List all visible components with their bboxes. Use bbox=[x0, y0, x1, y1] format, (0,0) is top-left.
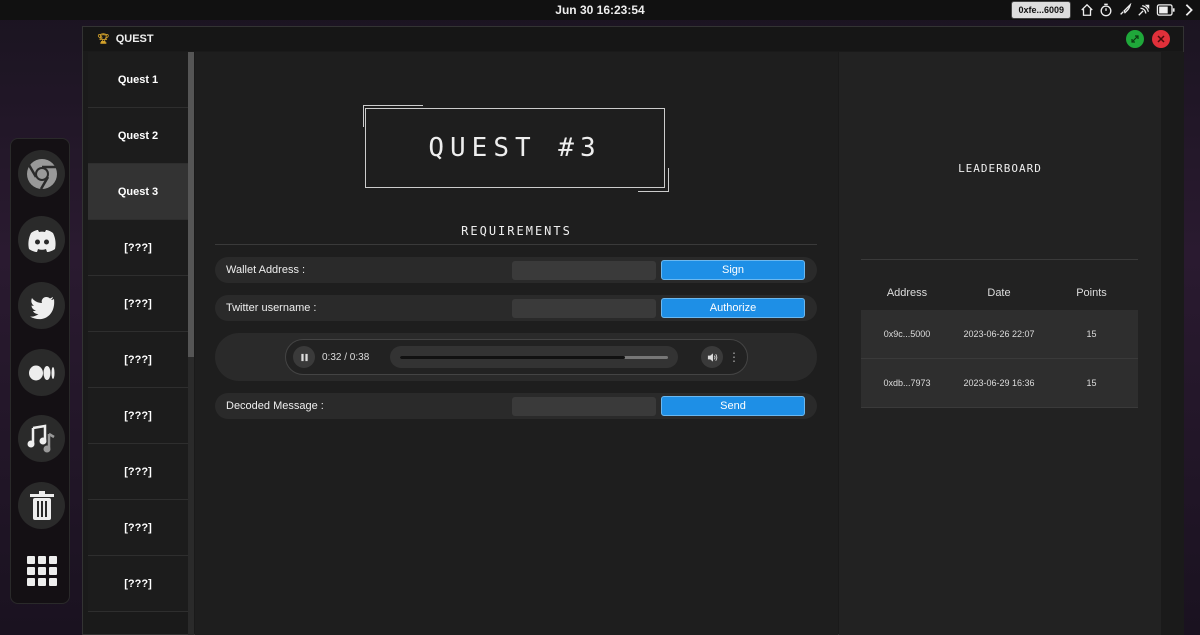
cell-date: 2023-06-26 22:07 bbox=[963, 329, 1035, 339]
sign-button[interactable]: Sign bbox=[661, 260, 805, 280]
divider bbox=[215, 244, 817, 245]
home-icon[interactable] bbox=[1079, 3, 1094, 18]
divider bbox=[861, 259, 1138, 260]
audio-seek-bar[interactable] bbox=[390, 346, 678, 368]
decoded-message-row: Decoded Message : Send bbox=[215, 393, 817, 419]
music-icon[interactable] bbox=[18, 415, 65, 462]
requirements-title: REQUIREMENTS bbox=[461, 224, 572, 238]
twitter-username-input[interactable] bbox=[512, 298, 656, 318]
more-options-icon[interactable]: ⋮ bbox=[728, 350, 740, 364]
app-dock bbox=[10, 138, 70, 604]
twitter-icon[interactable] bbox=[18, 282, 65, 329]
seek-track[interactable] bbox=[400, 355, 668, 359]
window-title: QUEST bbox=[115, 33, 154, 45]
decoded-message-input[interactable] bbox=[512, 396, 656, 416]
volume-button[interactable] bbox=[701, 346, 723, 368]
wallet-address-pill[interactable]: 0xfe...6009 bbox=[1011, 1, 1071, 19]
cell-points: 15 bbox=[1086, 329, 1097, 339]
cell-date: 2023-06-29 16:36 bbox=[963, 378, 1035, 388]
twitter-username-row: Twitter username : Authorize bbox=[215, 295, 817, 321]
cell-address: 0xdb...7973 bbox=[883, 378, 931, 388]
wallet-address-row: Wallet Address : Sign bbox=[215, 257, 817, 283]
quest-title-box: QUEST #3 bbox=[365, 108, 665, 188]
volume-icon bbox=[707, 352, 717, 362]
quest-item-1[interactable]: Quest 1 bbox=[88, 52, 188, 108]
cell-address: 0x9c...5000 bbox=[883, 329, 931, 339]
title-decoration bbox=[363, 105, 423, 106]
authorize-button[interactable]: Authorize bbox=[661, 298, 805, 318]
title-decoration bbox=[638, 191, 669, 192]
leaderboard-title: LEADERBOARD bbox=[958, 162, 1042, 175]
system-tray: 0xfe...6009 bbox=[1011, 1, 1196, 19]
quest-item-locked[interactable]: [???] bbox=[88, 220, 188, 276]
title-decoration bbox=[668, 168, 669, 191]
medium-icon[interactable] bbox=[18, 349, 65, 396]
leaderboard-scrollbar[interactable] bbox=[1161, 52, 1184, 635]
send-button[interactable]: Send bbox=[661, 396, 805, 416]
audio-player: 0:32 / 0:38 ⋮ bbox=[285, 339, 748, 375]
close-button[interactable] bbox=[1152, 30, 1170, 48]
decoded-message-label: Decoded Message : bbox=[226, 400, 324, 412]
quest-window: 🏆︎ QUEST Quest 1 Quest 2 Quest 3 [???] [… bbox=[82, 26, 1184, 635]
sidebar-scroll-thumb[interactable] bbox=[188, 52, 194, 357]
cell-points: 15 bbox=[1086, 378, 1097, 388]
audio-row: 0:32 / 0:38 ⋮ bbox=[215, 333, 817, 381]
column-header-address: Address bbox=[886, 287, 928, 299]
clock: Jun 30 16:23:54 bbox=[555, 3, 645, 17]
quest-title: QUEST #3 bbox=[428, 133, 602, 163]
sidebar-scrollbar[interactable] bbox=[188, 52, 194, 635]
apps-grid-icon[interactable] bbox=[18, 547, 65, 594]
wallet-address-input[interactable] bbox=[512, 260, 656, 280]
close-icon bbox=[1157, 35, 1165, 43]
quest-detail-panel: QUEST #3 REQUIREMENTS Wallet Address : S… bbox=[195, 52, 838, 635]
expand-icon bbox=[1131, 35, 1139, 43]
table-header: Address Date Points bbox=[861, 276, 1138, 310]
discord-icon[interactable] bbox=[18, 216, 65, 263]
trash-icon[interactable] bbox=[18, 482, 65, 529]
quest-item-3[interactable]: Quest 3 bbox=[88, 164, 188, 220]
leaderboard-table: Address Date Points 0x9c...5000 2023-06-… bbox=[861, 276, 1138, 408]
broadcast-icon[interactable] bbox=[1136, 3, 1151, 18]
column-header-points: Points bbox=[1076, 287, 1107, 299]
trophy-icon: 🏆︎ bbox=[97, 33, 110, 45]
seek-progress bbox=[400, 355, 626, 359]
quest-item-locked[interactable]: [???] bbox=[88, 332, 188, 388]
quest-item-locked[interactable]: [???] bbox=[88, 500, 188, 556]
top-bar: Jun 30 16:23:54 0xfe...6009 bbox=[0, 0, 1200, 20]
quest-item-locked[interactable]: [???] bbox=[88, 556, 188, 612]
audio-time: 0:32 / 0:38 bbox=[322, 351, 370, 363]
quest-item-locked[interactable]: [???] bbox=[88, 444, 188, 500]
battery-icon[interactable] bbox=[1155, 3, 1177, 18]
table-row: 0x9c...5000 2023-06-26 22:07 15 bbox=[861, 310, 1138, 359]
title-decoration bbox=[363, 105, 364, 127]
leaderboard-panel: LEADERBOARD Address Date Points 0x9c...5… bbox=[839, 52, 1161, 635]
table-row: 0xdb...7973 2023-06-29 16:36 15 bbox=[861, 359, 1138, 408]
column-header-date: Date bbox=[987, 287, 1011, 299]
timer-icon[interactable] bbox=[1098, 3, 1113, 18]
rocket-icon[interactable] bbox=[1117, 3, 1132, 18]
window-title-bar[interactable]: 🏆︎ QUEST bbox=[83, 27, 1183, 51]
chrome-icon[interactable] bbox=[18, 150, 65, 197]
maximize-button[interactable] bbox=[1126, 30, 1144, 48]
quest-item-2[interactable]: Quest 2 bbox=[88, 108, 188, 164]
quest-list: Quest 1 Quest 2 Quest 3 [???] [???] [???… bbox=[88, 52, 188, 635]
chevron-right-icon[interactable] bbox=[1181, 3, 1196, 18]
quest-item-locked[interactable]: [???] bbox=[88, 388, 188, 444]
twitter-username-label: Twitter username : bbox=[226, 302, 317, 314]
pause-button[interactable] bbox=[293, 346, 315, 368]
wallet-address-label: Wallet Address : bbox=[226, 264, 306, 276]
quest-item-locked[interactable]: [???] bbox=[88, 276, 188, 332]
pause-icon bbox=[300, 353, 308, 361]
